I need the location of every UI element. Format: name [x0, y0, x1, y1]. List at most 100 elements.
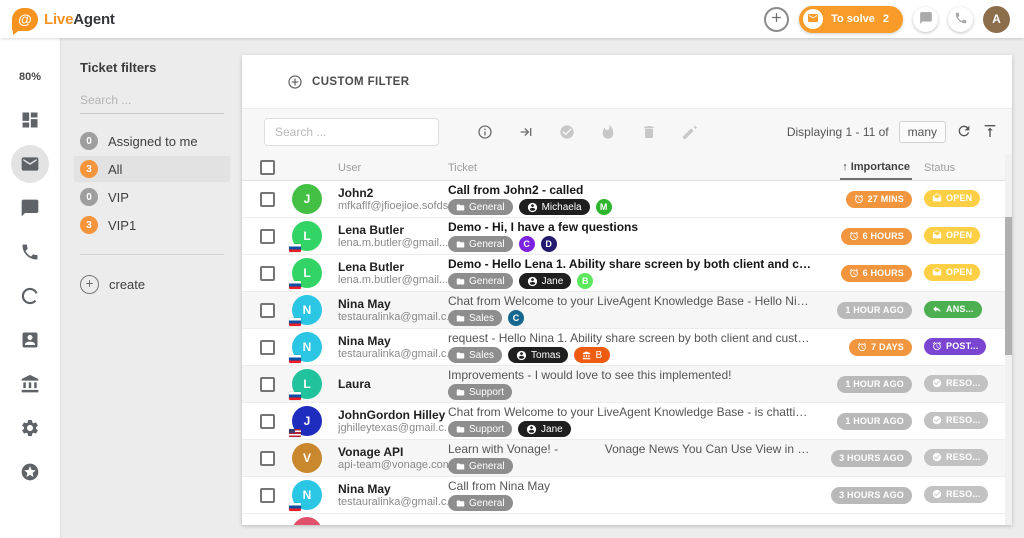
tag-badge[interactable]: M	[596, 199, 612, 215]
row-checkbox[interactable]	[260, 377, 275, 392]
ticket-title[interactable]: Chat from Welcome to your LiveAgent Know…	[448, 294, 812, 308]
column-ticket[interactable]: Ticket	[448, 162, 818, 174]
status-badge[interactable]: RESO...	[924, 449, 988, 466]
delete-button[interactable]	[641, 124, 657, 140]
scrollbar-thumb[interactable]	[1005, 217, 1012, 355]
sla-tag[interactable]: B	[574, 347, 610, 363]
ticket-title[interactable]: Call from Nina May	[448, 479, 812, 493]
agent-tag[interactable]: Jane	[519, 273, 572, 289]
ticket-title[interactable]: Call from John2 - called	[448, 183, 812, 197]
department-tag[interactable]: General	[448, 199, 513, 215]
vertical-scrollbar[interactable]	[1005, 155, 1012, 525]
ticket-title[interactable]: request - Hello Nina 1. Ability share sc…	[448, 331, 812, 345]
filter-item-vip[interactable]: 0VIP	[74, 184, 230, 210]
custom-filter-button[interactable]: CUSTOM FILTER	[312, 76, 409, 88]
sidebar-item-academy[interactable]	[11, 371, 49, 396]
user-avatar[interactable]: A	[983, 6, 1010, 33]
transfer-button[interactable]	[518, 124, 534, 140]
status-badge[interactable]: RESO...	[924, 486, 988, 503]
row-checkbox[interactable]	[260, 525, 275, 526]
status-badge[interactable]: ANS...	[924, 301, 982, 318]
column-user[interactable]: User	[338, 162, 448, 174]
row-checkbox[interactable]	[260, 303, 275, 318]
resolve-button[interactable]	[559, 124, 575, 140]
page-size-selector[interactable]: many	[899, 121, 946, 143]
agent-tag[interactable]: Tomas	[508, 347, 568, 363]
department-tag[interactable]: General	[448, 495, 513, 511]
row-checkbox[interactable]	[260, 266, 275, 281]
ticket-title[interactable]: Chat from Welcome to your LiveAgent Know…	[448, 405, 812, 419]
chats-button[interactable]	[913, 7, 938, 32]
table-row[interactable]: NNina Maytestauralinka@gmail.c...Call fr…	[242, 477, 1012, 514]
filter-item-all[interactable]: 3All	[74, 156, 230, 182]
status-badge[interactable]: RESO...	[924, 375, 988, 392]
tag-badge[interactable]: C	[508, 310, 524, 326]
table-row[interactable]: VVonage APIapi-team@vonage.comLearn with…	[242, 440, 1012, 477]
spam-button[interactable]	[600, 124, 616, 140]
info-button[interactable]	[477, 124, 493, 140]
row-checkbox[interactable]	[260, 488, 275, 503]
actions-button[interactable]	[682, 124, 698, 140]
sidebar-item-dashboard[interactable]	[11, 107, 49, 132]
ticket-title[interactable]: Improvements - I would love to see this …	[448, 368, 812, 382]
select-all-checkbox[interactable]	[260, 160, 275, 175]
row-checkbox[interactable]	[260, 340, 275, 355]
ticket-title[interactable]: Demo - Hi, I have a few questions	[448, 220, 812, 234]
sidebar-item-gamification[interactable]	[11, 459, 49, 484]
department-tag[interactable]: General	[448, 273, 513, 289]
sidebar-item-reports[interactable]	[11, 283, 49, 308]
table-row-partial[interactable]	[242, 514, 1012, 525]
agent-tag[interactable]: Michaela	[519, 199, 590, 215]
table-row[interactable]: JJohn2mfkaflf@jfioejioe.sofdsCall from J…	[242, 181, 1012, 218]
row-checkbox[interactable]	[260, 229, 275, 244]
sidebar-item-chats[interactable]	[11, 195, 49, 220]
to-solve-button[interactable]: To solve 2	[799, 6, 903, 33]
table-row[interactable]: JJohnGordon Hilleyjghilleytexas@gmail.c.…	[242, 403, 1012, 440]
table-row[interactable]: NNina Maytestauralinka@gmail.c...Chat fr…	[242, 292, 1012, 329]
calls-button[interactable]	[948, 7, 973, 32]
column-importance[interactable]: ↑Importance	[840, 156, 912, 180]
status-badge[interactable]: OPEN	[924, 264, 980, 281]
add-button[interactable]	[764, 7, 789, 32]
row-checkbox[interactable]	[260, 414, 275, 429]
tag-badge[interactable]: D	[541, 236, 557, 252]
tickets-toolbar: Displaying 1 - 11 of many	[242, 109, 1012, 155]
row-checkbox[interactable]	[260, 451, 275, 466]
sidebar-item-settings[interactable]	[11, 415, 49, 440]
status-badge[interactable]: RESO...	[924, 412, 988, 429]
row-checkbox[interactable]	[260, 192, 275, 207]
department-tag[interactable]: Sales	[448, 310, 502, 326]
contact-email: mfkaflf@jfioejioe.sofds	[338, 200, 448, 213]
refresh-button[interactable]	[956, 123, 972, 142]
filter-item-vip1[interactable]: 3VIP1	[74, 212, 230, 238]
department-tag[interactable]: General	[448, 236, 513, 252]
status-badge[interactable]: OPEN	[924, 227, 980, 244]
ticket-title[interactable]: Demo - Hello Lena 1. Ability share scree…	[448, 257, 812, 271]
status-badge[interactable]: POST...	[924, 338, 986, 355]
department-tag[interactable]: Support	[448, 421, 512, 437]
filters-search-input[interactable]	[80, 89, 224, 114]
agent-tag[interactable]: Jane	[518, 421, 571, 437]
sidebar-item-contacts[interactable]	[11, 327, 49, 352]
sidebar-item-calls[interactable]	[11, 239, 49, 264]
department-tag[interactable]: Sales	[448, 347, 502, 363]
app-logo[interactable]: @ LiveAgent	[12, 8, 115, 31]
table-row[interactable]: LLauraImprovements - I would love to see…	[242, 366, 1012, 403]
app-title: LiveAgent	[44, 11, 115, 28]
department-tag[interactable]: Support	[448, 384, 512, 400]
ticket-search-input[interactable]	[264, 118, 439, 146]
column-status[interactable]: Status	[924, 162, 998, 174]
table-row[interactable]: NNina Maytestauralinka@gmail.c...request…	[242, 329, 1012, 366]
tag-badge[interactable]: B	[577, 273, 593, 289]
tag-badge[interactable]: C	[519, 236, 535, 252]
table-row[interactable]: LLena Butlerlena.m.butler@gmail....Demo …	[242, 218, 1012, 255]
status-badge[interactable]: OPEN	[924, 190, 980, 207]
ticket-title[interactable]: Learn with Vonage! - Vonage News You Can…	[448, 442, 812, 456]
status-label: OPEN	[946, 230, 972, 240]
table-row[interactable]: LLena Butlerlena.m.butler@gmail....Demo …	[242, 255, 1012, 292]
department-tag[interactable]: General	[448, 458, 513, 474]
sidebar-item-tickets[interactable]	[11, 151, 49, 176]
scroll-to-top-button[interactable]	[982, 123, 998, 142]
create-filter-button[interactable]: create	[80, 275, 224, 294]
filter-item-assigned-to-me[interactable]: 0Assigned to me	[74, 128, 230, 154]
